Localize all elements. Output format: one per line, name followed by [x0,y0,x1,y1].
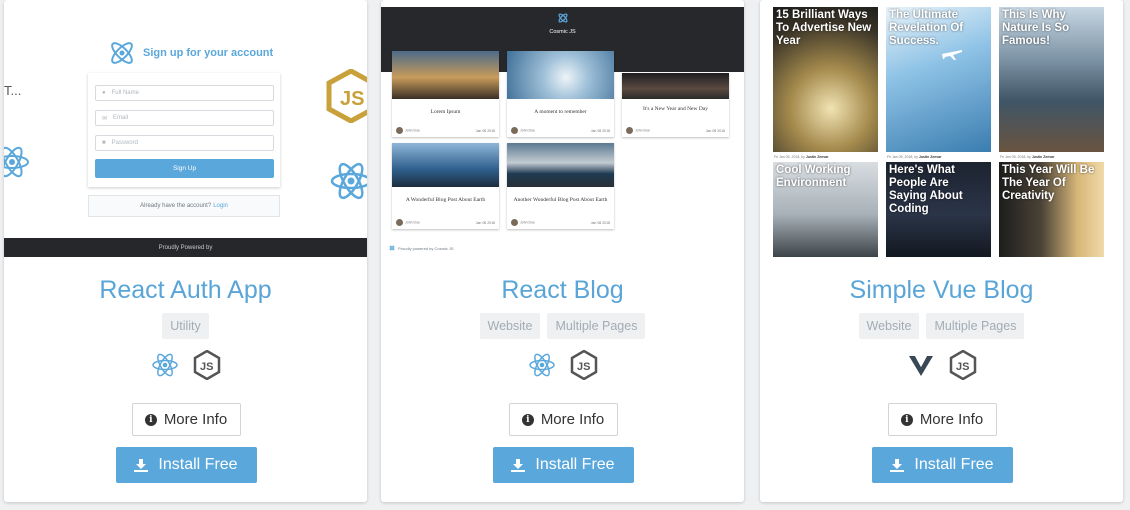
post-image [622,73,729,99]
lock-icon: ■ [102,140,106,146]
tech-stack: JS [760,350,1123,380]
svg-text:JS: JS [577,361,590,373]
airplane-icon [942,50,962,60]
blog-tile[interactable]: 15 Brilliant Ways To Advertise New Year [773,7,878,152]
blog-tile[interactable]: This Year Will Be The Year Of Creativity [999,162,1104,257]
email-field[interactable]: ✉ Email [95,110,274,126]
app-card-simple-vue-blog: 15 Brilliant Ways To Advertise New Year … [760,0,1123,502]
blog-post-card[interactable]: A Wonderful Blog Post About Earth John D… [392,143,499,229]
download-icon [134,458,149,472]
install-free-button[interactable]: Install Free [492,447,634,483]
app-preview-screenshot[interactable]: 15 Brilliant Ways To Advertise New Year … [760,7,1123,257]
already-account-box: Already have the account? Login [88,195,280,217]
nodejs-logo-decoration: JS [326,69,367,123]
tag-utility[interactable]: Utility [162,313,209,339]
tag-website[interactable]: Website [479,313,541,339]
tag-list: Website Multiple Pages [381,313,744,339]
signup-header: Sign up for your account [107,38,273,68]
app-title[interactable]: Simple Vue Blog [760,276,1123,305]
install-free-button[interactable]: Install Free [115,447,257,483]
cosmic-logo-icon [389,245,395,251]
post-image [507,51,614,99]
side-text: T... [4,83,22,98]
cosmic-logo-icon [557,13,568,23]
download-icon [511,458,526,472]
app-title[interactable]: React Auth App [4,276,367,305]
blog-tile[interactable]: The Ultimate Revelation Of Success. [886,7,991,152]
more-info-button[interactable]: i More Info [887,403,997,436]
nodejs-icon: JS [192,350,222,380]
svg-text:JS: JS [956,361,969,373]
tag-multiple-pages[interactable]: Multiple Pages [926,313,1025,339]
app-card-react-auth: T... JS Sign up for your account ● Full … [4,0,367,502]
blog-brand: Cosmic JS [381,12,744,35]
svg-text:JS: JS [340,88,364,110]
blog-post-card[interactable]: A moment to remember John Doe Jan 08 2018 [507,51,614,137]
nodejs-icon: JS [948,350,978,380]
tile-date: Fri Jan 05, 2018, by Justin Zeevar [1000,155,1055,159]
post-image [392,143,499,187]
signup-form: ● Full Name ✉ Email ■ Password Sign Up [88,73,280,187]
tag-website[interactable]: Website [858,313,920,339]
blog-post-card[interactable]: Lorem Ipsum John Doe Jan 08 2018 [392,51,499,137]
react-icon [150,350,180,380]
password-field[interactable]: ■ Password [95,135,274,151]
vue-icon [906,350,936,380]
nodejs-icon: JS [569,350,599,380]
info-circle-icon: i [521,413,534,426]
tag-multiple-pages[interactable]: Multiple Pages [547,313,646,339]
react-logo-decoration [4,146,29,178]
user-icon: ● [102,90,106,96]
more-info-button[interactable]: i More Info [508,403,618,436]
tech-stack: JS [381,350,744,380]
react-icon [527,350,557,380]
login-link[interactable]: Login [213,203,228,209]
preview-footer: Proudly Powered by [4,238,367,257]
mail-icon: ✉ [102,115,108,122]
post-image [507,143,614,187]
tech-stack: JS [4,350,367,380]
download-icon [890,458,905,472]
blog-tile[interactable]: Here's What People Are Saying About Codi… [886,162,991,257]
react-logo-decoration-right [330,162,367,200]
tag-list: Utility [4,313,367,339]
info-circle-icon: i [900,413,913,426]
signup-button[interactable]: Sign Up [95,159,274,178]
tile-date: Fri Jan 05, 2018, by Justin Zeevar [887,155,942,159]
more-info-button[interactable]: i More Info [131,403,241,436]
app-preview-screenshot[interactable]: Cosmic JS Lorem Ipsum John Doe Jan 08 201… [381,7,744,257]
blog-post-card[interactable]: Another Wonderful Blog Post About Earth … [507,143,614,229]
post-image [392,51,499,99]
signup-heading: Sign up for your account [143,47,274,59]
info-circle-icon: i [144,413,157,426]
blog-footer: Proudly powered by Cosmic JS [389,245,454,251]
blog-tile[interactable]: This Is Why Nature Is So Famous! [999,7,1104,152]
app-title[interactable]: React Blog [381,276,744,305]
blog-post-card[interactable]: It's a New Year and New Day John Doe Jan … [622,73,729,137]
app-preview-screenshot[interactable]: T... JS Sign up for your account ● Full … [4,7,367,257]
install-free-button[interactable]: Install Free [871,447,1013,483]
app-card-react-blog: Cosmic JS Lorem Ipsum John Doe Jan 08 201… [381,0,744,502]
tag-list: Website Multiple Pages [760,313,1123,339]
svg-text:JS: JS [200,361,213,373]
tile-date: Fri Jan 05, 2018, by Justin Zeevar [774,155,829,159]
fullname-field[interactable]: ● Full Name [95,85,274,101]
blog-tile[interactable]: Cool Working Environment [773,162,878,257]
cosmic-logo-icon [111,42,133,64]
